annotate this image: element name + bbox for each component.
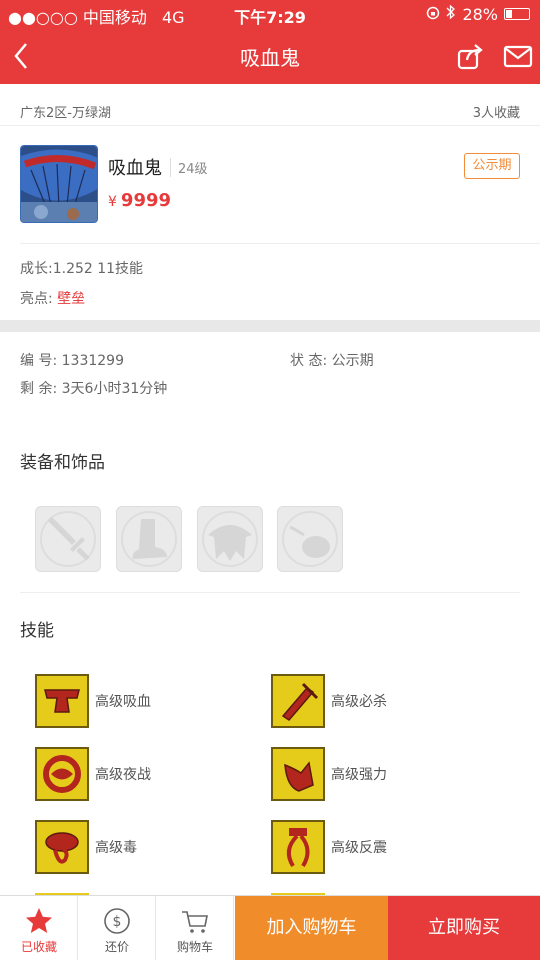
skill-item[interactable]: 高级强力 — [271, 747, 491, 801]
svg-text:$: $ — [113, 914, 122, 930]
skill-item[interactable]: 高级吸血 — [35, 674, 255, 728]
share-icon — [457, 44, 483, 70]
status-icons: 28% — [426, 4, 530, 24]
favorite-count: 3人收藏 — [472, 106, 520, 121]
skill-item[interactable]: 高级反震 — [271, 820, 491, 874]
status-row: 状 态: 公示期 — [290, 350, 374, 370]
cart-icon — [182, 911, 208, 933]
remaining-value: 3天6小时31分钟 — [61, 381, 168, 397]
price-value: 9999 — [120, 190, 172, 211]
counter-shock-icon — [271, 820, 325, 874]
add-to-cart-button[interactable]: 加入购物车 — [235, 896, 388, 960]
status-value: 公示期 — [331, 353, 374, 369]
status-bar: ●●○○○ 中国移动 4G 下午7:29 28% — [0, 0, 540, 28]
strength-arm-icon — [271, 747, 325, 801]
favorite-button[interactable]: 已收藏 — [0, 896, 78, 960]
highlight-value: 壁垒 — [57, 291, 86, 307]
skill-label: 高级强力 — [331, 767, 387, 783]
status-label: 状 态: — [290, 353, 328, 369]
nav-bar: 吸血鬼 — [0, 28, 540, 84]
divider — [20, 592, 520, 593]
accessory-icon — [282, 511, 338, 567]
highlight-info: 亮点: 壁垒 — [20, 288, 85, 308]
remaining-label: 剩 余: — [20, 381, 58, 397]
mail-icon — [503, 45, 533, 68]
pet-avatar — [20, 145, 98, 223]
skill-label: 高级必杀 — [331, 694, 387, 710]
bluetooth-icon — [446, 4, 456, 24]
night-eye-icon — [35, 747, 89, 801]
favorite-label: 已收藏 — [20, 940, 57, 954]
blood-suck-icon — [35, 674, 89, 728]
id-value: 1331299 — [61, 353, 124, 369]
share-button[interactable] — [454, 40, 486, 72]
listing-meta-row: 广东2区-万绿湖 3人收藏 — [0, 96, 540, 126]
equipment-slot-boots[interactable] — [116, 506, 182, 572]
sword-icon — [40, 511, 96, 567]
cart-button[interactable]: 购物车 — [156, 896, 234, 960]
dollar-coin-icon: $ — [104, 908, 130, 934]
battery-icon — [504, 8, 530, 20]
equipment-slot-armor[interactable] — [197, 506, 263, 572]
battery-percent: 28% — [462, 4, 498, 24]
bargain-label: 还价 — [104, 940, 129, 954]
currency-symbol: ¥ — [108, 194, 117, 210]
buy-now-button[interactable]: 立即购买 — [388, 896, 540, 960]
equipment-slot-accessory[interactable] — [277, 506, 343, 572]
pet-level: 24级 — [170, 158, 208, 177]
skill-item[interactable]: 高级必杀 — [271, 674, 491, 728]
skill-label: 高级毒 — [95, 840, 137, 856]
armor-icon — [202, 511, 258, 567]
remaining-row: 剩 余: 3天6小时31分钟 — [20, 378, 167, 398]
skills-title: 技能 — [20, 621, 54, 641]
critical-sword-icon — [271, 674, 325, 728]
section-gap — [0, 320, 540, 332]
message-button[interactable] — [502, 40, 534, 72]
orientation-lock-icon — [426, 5, 440, 24]
price: ¥9999 — [108, 190, 171, 211]
cart-label: 购物车 — [176, 940, 213, 954]
growth-info: 成长:1.252 11技能 — [20, 261, 144, 277]
vampire-pet-image — [21, 146, 97, 222]
skill-label: 高级反震 — [331, 840, 387, 856]
poison-snake-icon — [35, 820, 89, 874]
id-row: 编 号: 1331299 — [20, 350, 124, 370]
status-badge: 公示期 — [464, 153, 520, 179]
id-label: 编 号: — [20, 353, 58, 369]
bargain-button[interactable]: $ 还价 — [78, 896, 156, 960]
equipment-title: 装备和饰品 — [20, 453, 105, 473]
skill-item[interactable]: 高级夜战 — [35, 747, 255, 801]
server-location: 广东2区-万绿湖 — [20, 106, 111, 121]
boot-icon — [121, 511, 177, 567]
divider — [20, 243, 540, 244]
pet-name: 吸血鬼 — [108, 158, 162, 179]
star-icon — [26, 908, 52, 933]
skill-label: 高级吸血 — [95, 694, 151, 710]
skill-item[interactable]: 高级毒 — [35, 820, 255, 874]
highlight-label: 亮点: — [20, 291, 53, 307]
equipment-slot-weapon[interactable] — [35, 506, 101, 572]
skill-label: 高级夜战 — [95, 767, 151, 783]
bottom-action-bar: 已收藏 $ 还价 购物车 加入购物车 立即购买 — [0, 895, 540, 960]
